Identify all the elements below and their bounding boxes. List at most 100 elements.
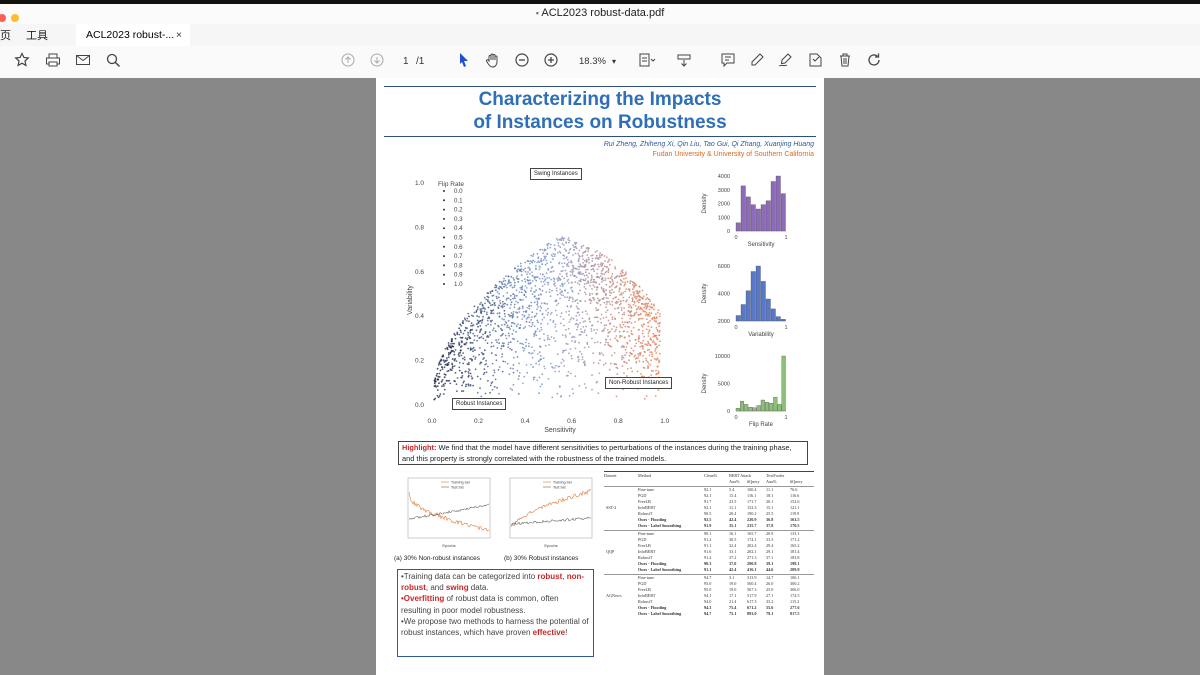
scatter-point	[490, 304, 492, 307]
scatter-point	[561, 285, 564, 288]
scatter-point	[575, 319, 578, 322]
table-cell: Ours - Label Smoothing	[638, 567, 682, 572]
scatter-point	[506, 326, 508, 329]
scatter-point	[515, 330, 517, 333]
scroll-mode-icon[interactable]	[676, 52, 692, 68]
scatter-point	[553, 255, 556, 257]
stamp-tool-icon[interactable]	[807, 52, 823, 68]
scatter-point	[649, 351, 652, 353]
zoom-in-icon[interactable]	[543, 52, 559, 68]
scatter-point	[549, 313, 552, 315]
scatter-point	[467, 383, 470, 386]
scatter-point	[495, 295, 498, 298]
scatter-point	[579, 273, 582, 276]
scatter-point	[644, 305, 647, 307]
scatter-point	[531, 324, 534, 326]
previous-page-icon[interactable]	[340, 52, 356, 68]
scatter-point	[632, 326, 635, 329]
hand-tool-icon[interactable]	[485, 52, 501, 68]
scatter-point	[501, 300, 504, 303]
scatter-point	[588, 261, 590, 264]
next-page-icon[interactable]	[369, 52, 385, 68]
table-cell: 11.1	[729, 505, 737, 510]
minimize-window-button[interactable]	[11, 14, 19, 22]
scatter-point	[525, 320, 528, 323]
document-viewer[interactable]: Characterizing the Impacts of Instances …	[0, 78, 1200, 675]
scatter-point	[645, 343, 648, 346]
scatter-point	[562, 237, 564, 240]
scatter-point	[495, 339, 497, 341]
scatter-point	[502, 295, 505, 297]
scatter-point	[507, 341, 510, 344]
close-window-button[interactable]	[0, 14, 6, 22]
scatter-point	[447, 353, 450, 356]
hist-y-label: Density	[702, 373, 708, 393]
scatter-point	[628, 321, 631, 323]
scatter-point	[563, 324, 565, 327]
search-icon[interactable]	[105, 52, 121, 68]
scatter-point	[577, 355, 580, 358]
highlight-text: We find that the model have different se…	[402, 443, 792, 463]
scatter-point	[540, 326, 543, 329]
table-cell: 79.1	[766, 611, 774, 616]
scatter-point	[584, 271, 587, 274]
scatter-point	[467, 331, 469, 334]
tab-close-button[interactable]: ×	[176, 24, 182, 46]
scatter-point	[601, 277, 604, 280]
scatter-point	[443, 376, 446, 379]
scatter-point	[591, 388, 593, 391]
scatter-point	[611, 354, 613, 357]
scatter-point	[460, 324, 463, 327]
table-cell: FreeLB	[638, 499, 651, 504]
mail-icon[interactable]	[75, 52, 91, 68]
scatter-point	[619, 294, 621, 296]
scatter-point	[605, 303, 608, 305]
scatter-point	[586, 313, 588, 315]
zoom-level-select[interactable]: 18.3%	[579, 52, 606, 72]
scatter-point	[541, 313, 544, 316]
scatter-point	[622, 292, 625, 294]
zoom-dropdown-chevron-icon[interactable]: ▾	[612, 52, 616, 72]
window-title: ACL2023 robust-data.pdf	[541, 7, 665, 19]
rotate-icon[interactable]	[866, 52, 882, 68]
scatter-point	[439, 359, 442, 362]
comment-icon[interactable]	[720, 52, 736, 68]
scatter-point	[558, 238, 561, 241]
scatter-point	[621, 321, 624, 324]
scatter-point	[434, 397, 436, 400]
menu-tools[interactable]: 工具	[26, 27, 48, 43]
print-icon[interactable]	[45, 52, 61, 68]
scatter-point	[517, 281, 520, 283]
draw-tool-icon[interactable]	[778, 52, 794, 68]
scatter-point	[451, 358, 454, 360]
delete-icon[interactable]	[837, 52, 853, 68]
legend-marker	[443, 283, 445, 285]
scatter-point	[523, 314, 526, 317]
scatter-point	[553, 247, 556, 250]
scatter-point	[576, 328, 578, 331]
scatter-point	[546, 252, 549, 255]
scatter-point	[514, 281, 516, 284]
scatter-point	[540, 293, 542, 296]
menu-home[interactable]: 页	[0, 27, 11, 43]
scatter-point	[635, 342, 638, 345]
hist-bar	[735, 408, 740, 412]
bookmark-star-icon[interactable]	[14, 52, 30, 68]
document-tab[interactable]: ACL2023 robust-... ×	[76, 24, 190, 46]
scatter-point	[645, 312, 648, 314]
scatter-point	[488, 316, 490, 319]
select-cursor-icon[interactable]	[457, 52, 471, 68]
scatter-point	[596, 257, 599, 259]
hist-bar	[735, 315, 741, 322]
zoom-out-icon[interactable]	[514, 52, 530, 68]
scatter-point	[439, 363, 442, 366]
scatter-point	[579, 271, 582, 273]
scatter-point	[602, 287, 605, 290]
scatter-point	[640, 317, 642, 320]
scatter-point	[557, 244, 560, 247]
highlight-pen-icon[interactable]	[749, 52, 765, 68]
page-fit-icon[interactable]	[638, 52, 656, 68]
page-number-input[interactable]: 1	[403, 52, 409, 72]
scatter-point	[461, 336, 464, 339]
scatter-point	[619, 334, 621, 337]
